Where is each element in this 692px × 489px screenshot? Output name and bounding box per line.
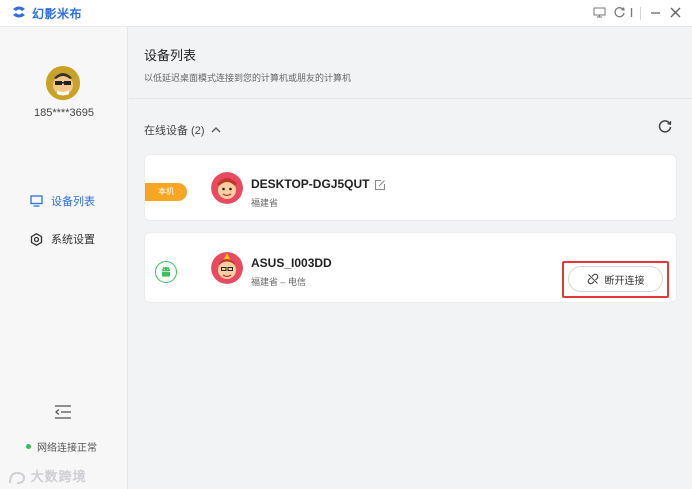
sidebar: 185****3695 设备列表 系统设置 网络连接正常 大数跨境: [0, 27, 128, 489]
status-dot: [26, 444, 31, 449]
device-location: 福建省: [251, 198, 279, 208]
device-avatar: [211, 252, 243, 284]
minimize-icon[interactable]: [648, 6, 662, 20]
user-avatar[interactable]: [46, 66, 80, 100]
watermark: 大数跨境: [8, 466, 87, 485]
chevron-up-icon: [211, 127, 220, 133]
more-icon[interactable]: [624, 6, 638, 20]
network-status-text: 网络连接正常: [37, 443, 97, 454]
gear-icon: [30, 232, 43, 246]
user-phone: 185****3695: [34, 107, 94, 119]
sidebar-item-label: 设备列表: [51, 196, 95, 208]
screen-share-icon[interactable]: [592, 6, 606, 20]
disconnect-label: 断开连接: [604, 275, 645, 287]
brand-logo-icon: [13, 6, 25, 18]
local-badge: 本机: [145, 183, 187, 201]
page-title: 设备列表: [144, 48, 197, 63]
page-header: 设备列表 以低延迟桌面模式连接到您的计算机或朋友的计算机: [129, 27, 692, 99]
close-icon[interactable]: [668, 6, 682, 20]
device-avatar: [211, 172, 243, 204]
title-bar-divider: [640, 7, 641, 20]
network-status: 网络连接正常: [26, 439, 97, 454]
brand-name: 幻影米布: [32, 6, 83, 21]
app-logo: 幻影米布: [10, 4, 82, 22]
online-devices-label: 在线设备 (2): [144, 125, 205, 137]
sidebar-item-settings[interactable]: 系统设置: [30, 231, 95, 247]
sidebar-item-label: 系统设置: [51, 234, 95, 246]
online-devices-toggle[interactable]: 在线设备 (2): [144, 122, 221, 138]
refresh-devices-icon[interactable]: [657, 118, 673, 134]
title-bar: 幻影米布: [0, 0, 692, 27]
android-icon: [155, 261, 177, 283]
device-card[interactable]: 本机 DESKTOP-DGJ5QUT 福建省: [144, 154, 677, 221]
device-name: ASUS_I003DD: [251, 256, 332, 270]
edit-icon[interactable]: [374, 178, 386, 191]
collapse-sidebar-icon[interactable]: [53, 404, 73, 420]
page-subtitle: 以低延迟桌面模式连接到您的计算机或朋友的计算机: [144, 73, 352, 83]
device-name: DESKTOP-DGJ5QUT: [251, 177, 370, 191]
main-content: 设备列表 以低延迟桌面模式连接到您的计算机或朋友的计算机 在线设备 (2) 本机…: [129, 27, 692, 489]
unlink-icon: [587, 273, 598, 285]
disconnect-button[interactable]: 断开连接: [568, 266, 663, 292]
monitor-icon: [30, 195, 43, 207]
watermark-logo-icon: [9, 471, 26, 484]
sidebar-item-device-list[interactable]: 设备列表: [30, 193, 95, 209]
watermark-text: 大数跨境: [30, 469, 87, 484]
device-location: 福建省 – 电信: [251, 277, 307, 287]
